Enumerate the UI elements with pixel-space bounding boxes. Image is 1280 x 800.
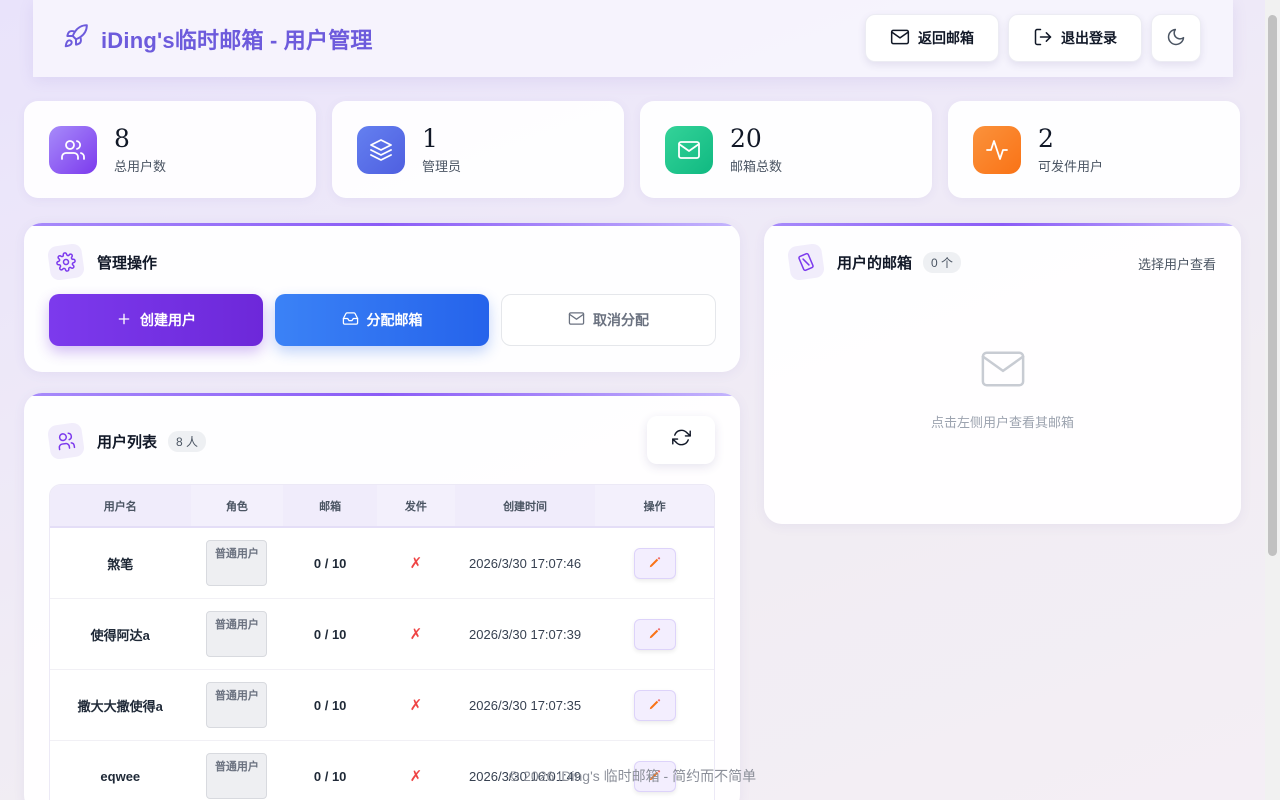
rocket-icon xyxy=(63,23,89,54)
admin-ops-title: 管理操作 xyxy=(97,254,158,272)
stats-row: 8 总用户数 1 管理员 20 邮箱总数 2 可发件用户 xyxy=(24,101,1240,198)
inbox-icon xyxy=(342,310,359,330)
created-time: 2026/3/30 17:07:39 xyxy=(469,626,582,642)
role-badge: 普通用户 xyxy=(206,540,268,586)
user-mailboxes-card: 用户的邮箱 0 个 选择用户查看 点击左侧用户查看其邮箱 xyxy=(764,223,1241,524)
stat-value: 20 xyxy=(730,123,762,153)
user-mailboxes-title: 用户的邮箱 xyxy=(837,254,913,272)
username: 撒大大撒使得a xyxy=(77,698,163,714)
create-user-label: 创建用户 xyxy=(140,312,196,328)
col-created[interactable]: 创建时间 xyxy=(454,485,596,526)
card-icon xyxy=(786,242,826,282)
table-header: 用户名 角色 邮箱 发件 创建时间 操作 xyxy=(50,485,714,528)
stat-value: 1 xyxy=(422,123,438,153)
user-list-card: 用户列表 8 人 用户名 角色 邮箱 发件 创建时间 操作 煞笔 普通用户 0 … xyxy=(24,393,740,800)
send-disabled-icon: ✗ xyxy=(409,555,423,572)
logout-button[interactable]: 退出登录 xyxy=(1008,14,1142,62)
scrollbar-thumb[interactable] xyxy=(1268,15,1277,556)
user-list-title: 用户列表 xyxy=(97,433,158,451)
mailbox-quota: 0 / 10 xyxy=(313,626,347,642)
back-to-mailbox-button[interactable]: 返回邮箱 xyxy=(865,14,999,62)
empty-state-text: 点击左侧用户查看其邮箱 xyxy=(930,415,1074,430)
back-label: 返回邮箱 xyxy=(918,30,974,46)
create-user-button[interactable]: 创建用户 xyxy=(49,294,263,346)
empty-state: 点击左侧用户查看其邮箱 xyxy=(764,349,1241,431)
activity-icon xyxy=(973,125,1021,174)
plus-icon xyxy=(116,311,132,330)
edit-user-button[interactable] xyxy=(633,618,676,650)
admin-ops-card: 管理操作 创建用户 分配邮箱 取消分配 xyxy=(24,223,740,372)
users-icon xyxy=(46,421,86,461)
edit-user-button[interactable] xyxy=(633,689,676,721)
mailbox-quota: 0 / 10 xyxy=(313,697,347,713)
col-role[interactable]: 角色 xyxy=(191,485,284,526)
user-count-badge: 8 人 xyxy=(168,430,207,452)
unassign-button[interactable]: 取消分配 xyxy=(501,294,716,346)
table-row[interactable]: 煞笔 普通用户 0 / 10 ✗ 2026/3/30 17:07:46 xyxy=(50,528,714,599)
stat-value: 8 xyxy=(114,123,130,153)
mailbox-count-badge: 0 个 xyxy=(923,251,962,273)
logout-label: 退出登录 xyxy=(1061,30,1117,46)
stat-total-users: 8 总用户数 xyxy=(24,101,316,198)
users-icon xyxy=(49,125,97,174)
stat-send-users: 2 可发件用户 xyxy=(948,101,1240,198)
layers-icon xyxy=(357,125,405,174)
pencil-icon xyxy=(648,697,662,714)
stat-label: 总用户数 xyxy=(114,158,167,174)
stat-label: 管理员 xyxy=(422,158,462,174)
pencil-icon xyxy=(648,626,662,643)
created-time: 2026/3/30 17:07:46 xyxy=(469,555,582,571)
username: 使得阿达a xyxy=(90,627,150,643)
mail-icon xyxy=(980,349,1026,394)
col-mailbox[interactable]: 邮箱 xyxy=(283,485,378,526)
theme-toggle-button[interactable] xyxy=(1151,14,1201,62)
table-row[interactable]: 撒大大撒使得a 普通用户 0 / 10 ✗ 2026/3/30 17:07:35 xyxy=(50,670,714,741)
stat-admins: 1 管理员 xyxy=(332,101,624,198)
table-row[interactable]: 使得阿达a 普通用户 0 / 10 ✗ 2026/3/30 17:07:39 xyxy=(50,599,714,670)
col-username[interactable]: 用户名 xyxy=(50,485,191,526)
page-title: iDing's临时邮箱 - 用户管理 xyxy=(101,27,373,53)
user-table: 用户名 角色 邮箱 发件 创建时间 操作 煞笔 普通用户 0 / 10 ✗ 20… xyxy=(49,484,715,800)
role-badge: 普通用户 xyxy=(206,611,268,657)
top-header: iDing's临时邮箱 - 用户管理 返回邮箱 退出登录 xyxy=(33,0,1233,77)
stat-label: 邮箱总数 xyxy=(730,158,783,174)
moon-icon xyxy=(1166,27,1186,50)
select-user-hint: 选择用户查看 xyxy=(1137,257,1216,272)
stat-value: 2 xyxy=(1038,123,1054,153)
mail-icon xyxy=(665,125,713,174)
logout-icon xyxy=(1033,27,1053,50)
brand: iDing's临时邮箱 - 用户管理 xyxy=(63,23,373,55)
col-actions: 操作 xyxy=(643,500,666,513)
edit-user-button[interactable] xyxy=(633,547,676,579)
created-time: 2026/3/30 17:07:35 xyxy=(469,697,582,713)
mailbox-quota: 0 / 10 xyxy=(313,555,347,571)
stat-total-mailboxes: 20 邮箱总数 xyxy=(640,101,932,198)
assign-mailbox-label: 分配邮箱 xyxy=(366,312,423,328)
pencil-icon xyxy=(648,555,662,572)
send-disabled-icon: ✗ xyxy=(409,697,423,714)
gear-icon xyxy=(46,242,86,282)
unassign-label: 取消分配 xyxy=(593,312,649,328)
refresh-button[interactable] xyxy=(647,416,715,464)
mail-icon xyxy=(568,310,585,330)
assign-mailbox-button[interactable]: 分配邮箱 xyxy=(275,294,489,346)
col-send[interactable]: 发件 xyxy=(377,485,455,526)
page-scrollbar[interactable] xyxy=(1265,0,1280,800)
footer: © 2026 iDing's 临时邮箱 - 简约而不简单 xyxy=(508,768,757,784)
mail-icon xyxy=(890,27,910,50)
username: 煞笔 xyxy=(107,556,134,572)
send-disabled-icon: ✗ xyxy=(409,626,423,643)
refresh-icon xyxy=(671,428,691,452)
role-badge: 普通用户 xyxy=(206,682,268,728)
stat-label: 可发件用户 xyxy=(1038,158,1104,174)
